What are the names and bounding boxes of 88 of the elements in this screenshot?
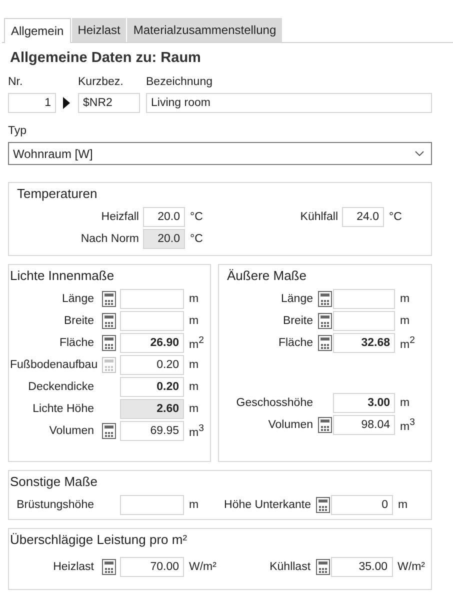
field-label: Heizfall: [100, 210, 140, 222]
field-label: Höhe Unterkante: [223, 498, 312, 510]
chevron-down-icon: [415, 151, 424, 156]
unit-label: m$^{2}$: [188, 334, 204, 350]
number-field[interactable]: 20.0: [143, 206, 185, 226]
calculator-icon[interactable]: [318, 416, 332, 432]
number-field[interactable]: 3.00: [333, 392, 395, 412]
group-title: Sonstige Maße: [10, 474, 98, 490]
number-field[interactable]: 69.95: [120, 420, 184, 440]
calculator-icon: [102, 356, 116, 372]
field-label: Lichte Höhe: [32, 402, 95, 414]
unit-label: m: [399, 314, 410, 326]
tab[interactable]: Allgemein: [4, 18, 71, 43]
number-field[interactable]: 1: [8, 93, 56, 113]
unit-label: °C: [189, 232, 203, 244]
text-field[interactable]: $NR2: [78, 93, 140, 113]
text-field[interactable]: Living room: [146, 93, 432, 113]
unit-label: m: [188, 402, 199, 414]
calculator-icon[interactable]: [102, 290, 116, 306]
field-label: Geschosshöhe: [235, 396, 314, 408]
section-heading: Allgemeine Daten zu: Raum: [10, 50, 202, 66]
number-field[interactable]: 24.0: [342, 206, 384, 226]
field-label: Fläche: [277, 336, 314, 348]
unit-label: m$^{3}$: [188, 422, 204, 438]
unit-label: m: [188, 292, 199, 304]
number-field[interactable]: 20.0: [143, 228, 185, 248]
unit-label: m: [188, 498, 199, 510]
field-label: Volumen: [48, 424, 95, 436]
number-field[interactable]: 35.00: [330, 556, 393, 576]
calculator-icon[interactable]: [102, 334, 116, 350]
unit-label: m: [399, 396, 410, 408]
unit-label: °C: [189, 210, 203, 222]
field-label: Kühllast: [268, 560, 312, 572]
field-label: Länge: [61, 292, 95, 304]
calculator-icon[interactable]: [318, 290, 332, 306]
number-field[interactable]: [120, 310, 184, 330]
number-field[interactable]: 2.60: [120, 398, 184, 418]
field-label: Kurzbez.: [78, 75, 124, 89]
type-dropdown[interactable]: Wohnraum [W]: [8, 142, 432, 165]
unit-label: m$^{2}$: [399, 334, 415, 350]
field-label: Nr.: [8, 75, 24, 89]
unit-label: m: [188, 314, 199, 326]
number-field[interactable]: 0: [331, 494, 393, 514]
unit-label: W/m²: [188, 560, 216, 572]
number-field[interactable]: 26.90: [120, 332, 184, 352]
field-label: Deckendicke: [27, 380, 95, 392]
field-label: Breite: [282, 314, 314, 326]
number-field[interactable]: [333, 288, 395, 308]
unit-label: °C: [388, 210, 402, 222]
unit-label: m: [397, 498, 408, 510]
unit-label: W/m²: [396, 560, 425, 572]
number-field[interactable]: 0.20: [120, 354, 184, 374]
field-label: Fußbodenaufbau: [10, 358, 98, 370]
field-label: Kühlfall: [299, 210, 339, 222]
field-label: Nach Norm: [80, 232, 140, 244]
group-title: Äußere Maße: [227, 268, 308, 284]
field-label: Breite: [62, 314, 95, 326]
number-field[interactable]: 0.20: [120, 376, 184, 396]
unit-label: m: [399, 292, 410, 304]
number-field[interactable]: [120, 288, 184, 308]
tab[interactable]: Heizlast: [72, 18, 126, 42]
field-label: Typ: [8, 124, 28, 138]
unit-label: m: [188, 380, 199, 392]
number-field[interactable]: 70.00: [120, 556, 184, 576]
number-field[interactable]: 32.68: [333, 332, 395, 352]
calculator-icon[interactable]: [316, 496, 330, 512]
calculator-icon[interactable]: [318, 312, 332, 328]
tab[interactable]: Materialzusammenstellung: [127, 18, 282, 42]
calculator-icon[interactable]: [102, 558, 116, 574]
field-label: Volumen: [267, 418, 314, 430]
field-label: Länge: [280, 292, 314, 304]
group-title: Lichte Innenmaße: [10, 268, 116, 284]
unit-label: m$^{3}$: [399, 416, 415, 432]
calculator-icon[interactable]: [102, 312, 116, 328]
group-title: Überschlägige Leistung pro m²: [10, 532, 188, 548]
group-title: Temperaturen: [17, 186, 98, 202]
field-label: Heizlast: [52, 560, 95, 572]
number-field[interactable]: [333, 310, 395, 330]
record-pointer-icon: [63, 97, 70, 109]
number-field[interactable]: 98.04: [333, 414, 395, 434]
unit-label: m: [188, 358, 199, 370]
number-field[interactable]: [120, 494, 184, 514]
field-label: Fläche: [58, 336, 95, 348]
field-label: Brüstungshöhe: [16, 498, 95, 510]
field-label: Bezeichnung: [146, 75, 214, 89]
calculator-icon[interactable]: [316, 558, 330, 574]
calculator-icon[interactable]: [102, 422, 116, 438]
calculator-icon[interactable]: [318, 334, 332, 350]
